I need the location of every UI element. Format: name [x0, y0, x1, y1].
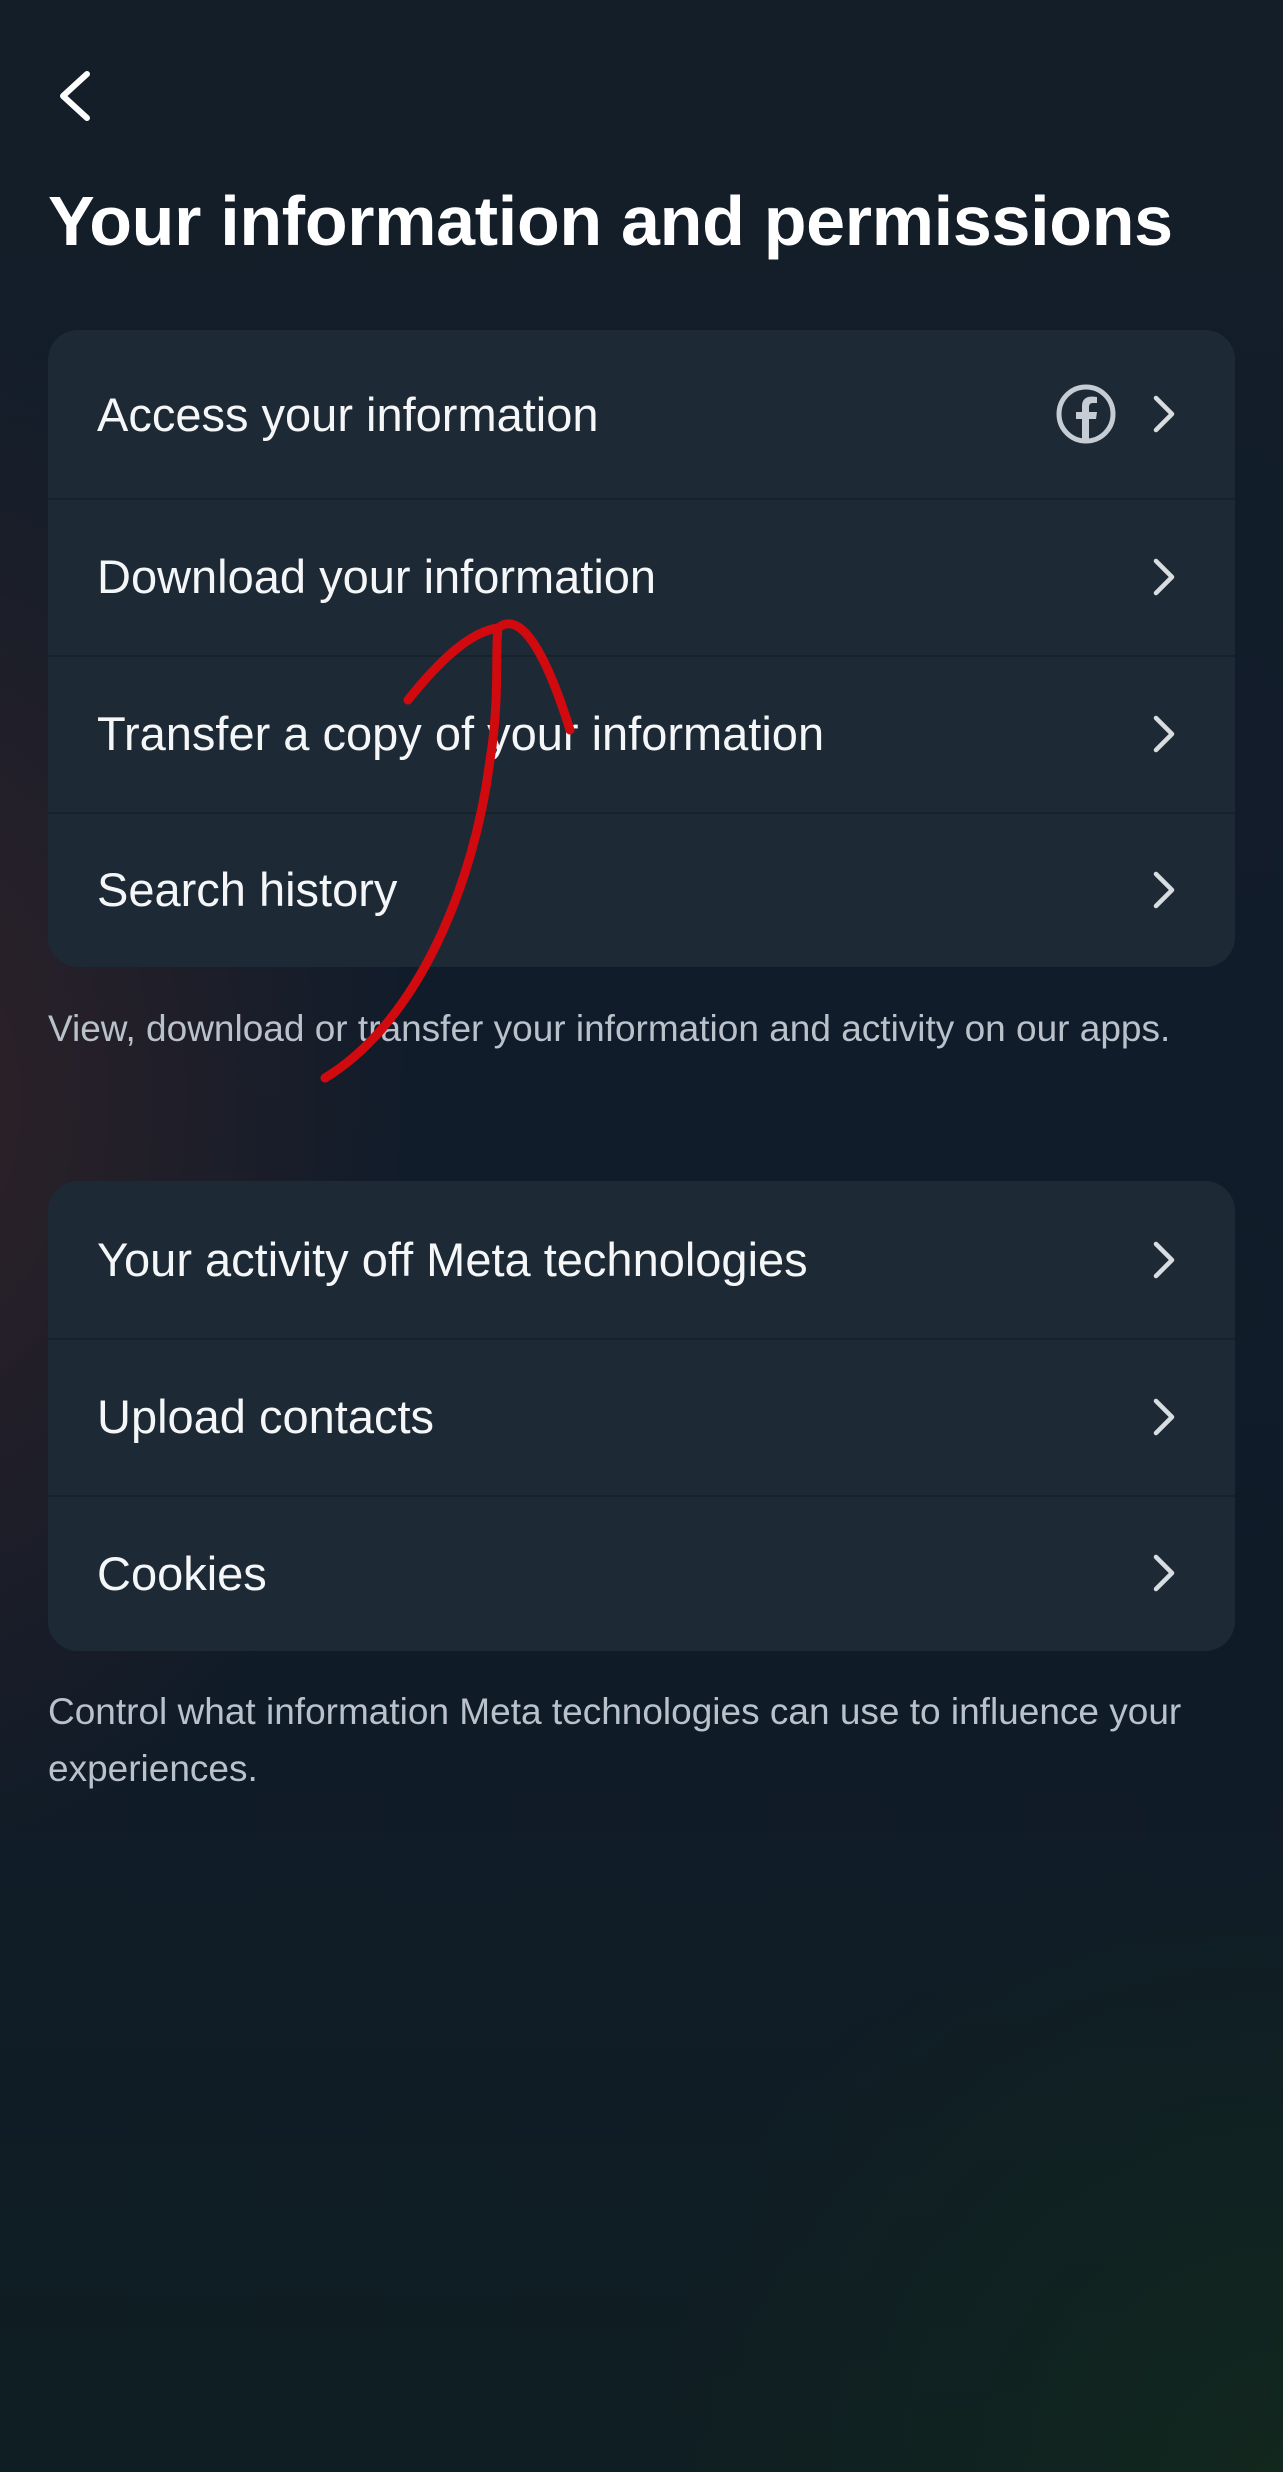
back-button[interactable]: [42, 58, 108, 134]
activity-caption: Control what information Meta technologi…: [48, 1691, 1182, 1789]
row-label: Access your information: [97, 387, 599, 441]
row-label: Download your information: [97, 550, 657, 603]
facebook-icon: [1056, 384, 1116, 444]
page-title: Your information and permissions: [48, 182, 1173, 260]
upload-contacts-item[interactable]: Upload contacts: [48, 1338, 1235, 1495]
row-label: Your activity off Meta technologies: [97, 1233, 808, 1286]
chevron-right-icon: [1147, 392, 1181, 436]
chevron-right-icon: [1147, 712, 1181, 756]
download-your-information-item[interactable]: Download your information: [48, 498, 1235, 655]
chevron-right-icon: [1147, 1551, 1181, 1595]
chevron-right-icon: [1147, 1238, 1181, 1282]
chevron-right-icon: [1147, 555, 1181, 599]
row-label: Upload contacts: [97, 1390, 435, 1443]
access-your-information-item[interactable]: Access your information: [48, 330, 1235, 498]
chevron-left-icon: [60, 71, 90, 121]
activity-settings-group: Your activity off Meta technologies Uplo…: [48, 1181, 1235, 1651]
chevron-right-icon: [1147, 1395, 1181, 1439]
transfer-copy-item[interactable]: Transfer a copy of your information: [48, 655, 1235, 812]
row-label: Search history: [97, 863, 398, 916]
information-caption: View, download or transfer your informat…: [48, 1008, 1171, 1049]
activity-off-meta-item[interactable]: Your activity off Meta technologies: [48, 1181, 1235, 1338]
row-label: Transfer a copy of your information: [97, 707, 825, 760]
permissions-screen: Your information and permissions Access …: [0, 0, 1283, 2472]
search-history-item[interactable]: Search history: [48, 812, 1235, 967]
information-settings-group: Access your information Download your in…: [48, 330, 1235, 967]
row-label: Cookies: [97, 1546, 267, 1600]
chevron-right-icon: [1147, 868, 1181, 912]
cookies-item[interactable]: Cookies: [48, 1495, 1235, 1651]
